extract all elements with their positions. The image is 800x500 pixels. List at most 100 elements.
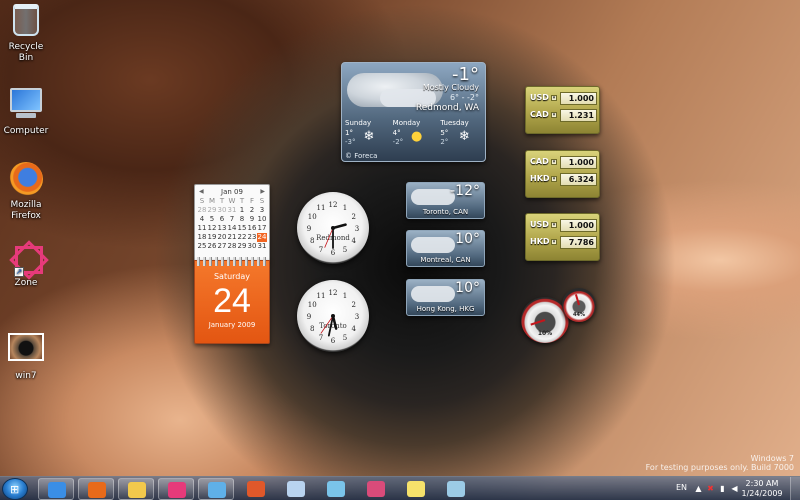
- calendar-date[interactable]: 8: [237, 215, 247, 224]
- taskbar-clock[interactable]: 2:30 AM 1/24/2009: [734, 479, 790, 499]
- calendar-date[interactable]: 16: [247, 224, 257, 233]
- taskbar-app-button[interactable]: [118, 478, 154, 500]
- chevron-left-icon[interactable]: ◀: [199, 188, 204, 196]
- currency-row[interactable]: USD ▾ 1.000: [530, 219, 597, 233]
- calendar-weekday: T: [219, 197, 225, 205]
- currency-row[interactable]: CAD ▾ 1.231: [530, 109, 597, 123]
- calendar-date[interactable]: 19: [207, 233, 217, 242]
- weather-gadget[interactable]: -1° Mostly Cloudy 6° - -2° Redmond, WA S…: [341, 62, 486, 162]
- calendar-month-view[interactable]: ◀ Jan 09 ▶ S M T W T F S 28 29 30 31 1 2 3 4 5 6 7 8 9 10 11 1…: [194, 184, 270, 262]
- calendar-date[interactable]: 5: [207, 215, 217, 224]
- network-icon[interactable]: ▮: [718, 484, 727, 493]
- calendar-date[interactable]: 13: [217, 224, 227, 233]
- taskbar-app-button[interactable]: [38, 478, 74, 500]
- clock-numeral: 4: [352, 325, 357, 333]
- show-hidden-icons-icon[interactable]: ▲: [694, 484, 703, 493]
- folder-icon: [447, 481, 465, 497]
- start-button[interactable]: ⊞: [2, 478, 28, 500]
- dropdown-icon[interactable]: ▾: [551, 95, 557, 101]
- desktop-icon-label: Mozilla Firefox: [10, 200, 42, 221]
- currency-gadget[interactable]: USD ▾ 1.000 HKD ▾ 7.786: [525, 213, 600, 261]
- language-indicator[interactable]: EN: [676, 483, 687, 492]
- calendar-date[interactable]: 18: [197, 233, 207, 242]
- desktop-icon-recycle-bin[interactable]: Recycle Bin: [2, 4, 50, 64]
- calendar-date[interactable]: 20: [217, 233, 227, 242]
- currency-row[interactable]: CAD ▾ 1.000: [530, 156, 597, 170]
- calendar-date[interactable]: 24: [257, 233, 267, 242]
- taskbar-app-button[interactable]: [238, 478, 274, 500]
- desktop-icon-label: Zone: [14, 278, 38, 288]
- calendar-date[interactable]: 9: [247, 215, 257, 224]
- clock-numeral: 8: [310, 237, 314, 245]
- currency-row[interactable]: USD ▾ 1.000: [530, 92, 597, 106]
- image-thumbnail-icon: [8, 333, 44, 361]
- calendar-date[interactable]: 10: [257, 215, 267, 224]
- currency-row[interactable]: HKD ▾ 6.324: [530, 173, 597, 187]
- dropdown-icon[interactable]: ▾: [551, 159, 557, 165]
- currency-gadget[interactable]: USD ▾ 1.000 CAD ▾ 1.231: [525, 86, 600, 134]
- taskbar-app-button[interactable]: [358, 478, 394, 500]
- currency-gadget[interactable]: CAD ▾ 1.000 HKD ▾ 6.324: [525, 150, 600, 198]
- calendar-date[interactable]: 29: [207, 206, 217, 215]
- desktop-icon-zone[interactable]: ↗ Zone: [2, 240, 50, 289]
- dropdown-icon[interactable]: ▾: [551, 222, 557, 228]
- taskbar-app-button[interactable]: [438, 478, 474, 500]
- taskbar-app-button[interactable]: [318, 478, 354, 500]
- calendar-date[interactable]: 12: [207, 224, 217, 233]
- action-center-icon[interactable]: ✖: [706, 484, 715, 493]
- weather-gadget-montreal[interactable]: 10° Montreal, CAN: [406, 230, 485, 267]
- calendar-date[interactable]: 21: [227, 233, 237, 242]
- calendar-date[interactable]: 29: [237, 242, 247, 251]
- taskbar-app-button[interactable]: [398, 478, 434, 500]
- clock-numeral: 9: [307, 313, 311, 321]
- clock-gadget-toronto[interactable]: 1 2 3 4 5 6 7 8 9 10 11 12 Toronto: [297, 280, 369, 352]
- currency-row[interactable]: HKD ▾ 7.786: [530, 236, 597, 250]
- taskbar-app-button[interactable]: [78, 478, 114, 500]
- calendar-weekday: W: [228, 197, 236, 205]
- calendar-day-view[interactable]: Saturday 24 January 2009: [194, 257, 270, 344]
- calendar-date[interactable]: 23: [247, 233, 257, 242]
- cloud-icon: [411, 237, 455, 253]
- chevron-right-icon[interactable]: ▶: [260, 188, 265, 196]
- dropdown-icon[interactable]: ▾: [551, 239, 557, 245]
- calendar-date[interactable]: 25: [197, 242, 207, 251]
- taskbar-app-button[interactable]: [198, 478, 234, 500]
- calendar-date[interactable]: 30: [217, 206, 227, 215]
- clock-numeral: 6: [331, 337, 336, 345]
- calendar-date[interactable]: 6: [217, 215, 227, 224]
- dropdown-icon[interactable]: ▾: [551, 112, 557, 118]
- show-desktop-button[interactable]: [790, 477, 800, 500]
- calendar-date[interactable]: 1: [237, 206, 247, 215]
- calendar-date[interactable]: 3: [257, 206, 267, 215]
- calendar-date[interactable]: 11: [197, 224, 207, 233]
- calendar-grid[interactable]: S M T W T F S 28 29 30 31 1 2 3 4 5 6 7 8 9 10 11 12 13 14 15 16 17…: [195, 197, 269, 251]
- calendar-date[interactable]: 15: [237, 224, 247, 233]
- calendar-date[interactable]: 14: [227, 224, 237, 233]
- calendar-date[interactable]: 27: [217, 242, 227, 251]
- calendar-date[interactable]: 22: [237, 233, 247, 242]
- desktop-icon-win7[interactable]: win7: [2, 330, 50, 382]
- calendar-date[interactable]: 28: [197, 206, 207, 215]
- snow-icon: ❄: [363, 129, 375, 144]
- taskbar-app-button[interactable]: [278, 478, 314, 500]
- calendar-date[interactable]: 31: [257, 242, 267, 251]
- sun-icon: ●: [411, 129, 423, 144]
- calendar-date[interactable]: 7: [227, 215, 237, 224]
- calendar-date[interactable]: 17: [257, 224, 267, 233]
- memory-meter-gauge[interactable]: 44%: [562, 288, 596, 322]
- calendar-date[interactable]: 28: [227, 242, 237, 251]
- calendar-date[interactable]: 31: [227, 206, 237, 215]
- calendar-date[interactable]: 2: [247, 206, 257, 215]
- clock-gadget-redmond[interactable]: 123456789101112Redmond: [297, 192, 369, 264]
- weather-current-temp: -1°: [452, 64, 479, 85]
- dropdown-icon[interactable]: ▾: [551, 176, 557, 182]
- clock-numeral: 10: [308, 301, 317, 309]
- desktop-icon-firefox[interactable]: Mozilla Firefox: [2, 162, 50, 222]
- weather-gadget-hong-kong[interactable]: 10° Hong Kong, HKG: [406, 279, 485, 316]
- desktop-icon-computer[interactable]: Computer: [2, 86, 50, 137]
- weather-gadget-toronto[interactable]: -12° Toronto, CAN: [406, 182, 485, 219]
- calendar-date[interactable]: 30: [247, 242, 257, 251]
- taskbar-app-button[interactable]: [158, 478, 194, 500]
- calendar-date[interactable]: 26: [207, 242, 217, 251]
- calendar-date[interactable]: 4: [197, 215, 207, 224]
